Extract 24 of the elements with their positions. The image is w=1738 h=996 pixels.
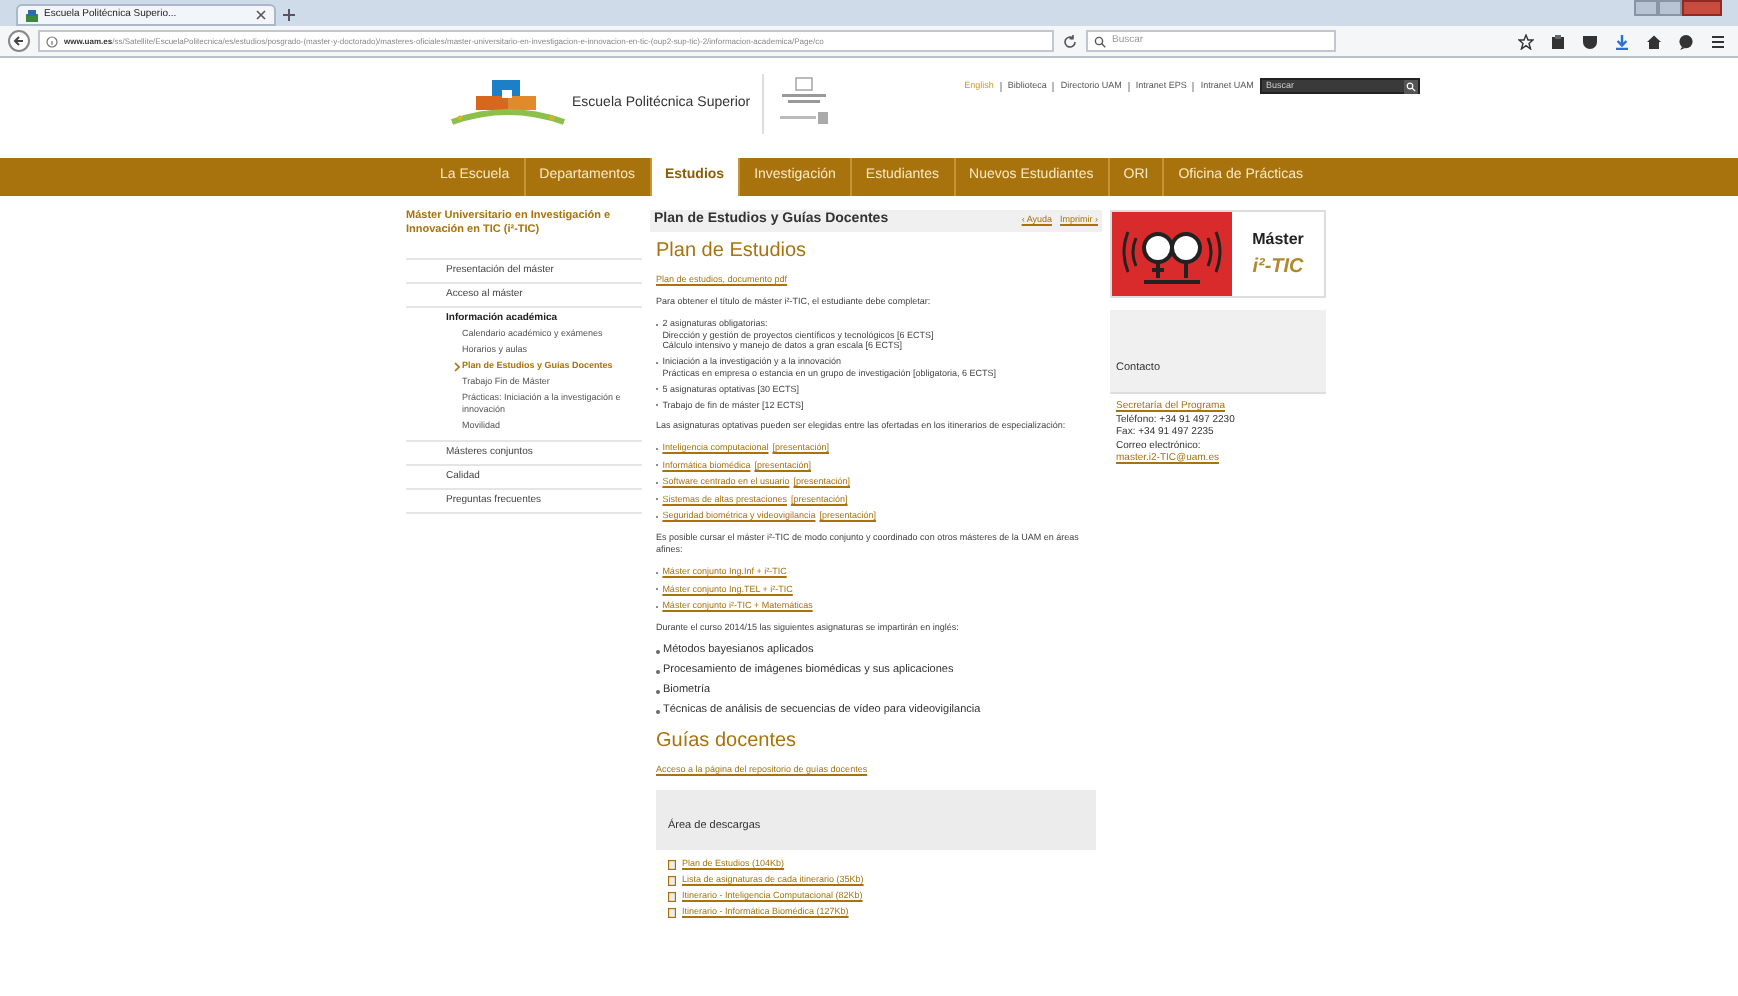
new-tab-icon[interactable] [282,8,296,22]
clipboard-icon[interactable] [1550,33,1566,49]
shield-icon[interactable] [1582,33,1598,49]
address-field[interactable] [38,30,1054,52]
search-icon [1094,35,1106,47]
logo-drawing [448,74,568,130]
section-heading: Guías docentes [656,730,799,754]
logo-drawing [1112,212,1232,296]
reload-icon[interactable] [1062,33,1078,49]
chat-icon[interactable] [1678,33,1694,49]
favicon-icon [26,9,38,21]
info-icon [46,35,58,47]
logo-word: Máster [1252,227,1304,251]
close-icon[interactable] [256,10,266,20]
star-icon[interactable] [1518,33,1534,49]
menu-icon[interactable] [1710,33,1726,49]
download-icon[interactable] [1614,33,1630,49]
back-icon[interactable] [8,30,30,52]
caret-icon [454,362,460,372]
logo-name: i²-TIC [1252,253,1304,281]
home-icon[interactable] [1646,33,1662,49]
search-icon [1405,81,1416,91]
search-button[interactable] [1403,79,1418,93]
section-heading: Plan de Estudios [656,240,809,264]
